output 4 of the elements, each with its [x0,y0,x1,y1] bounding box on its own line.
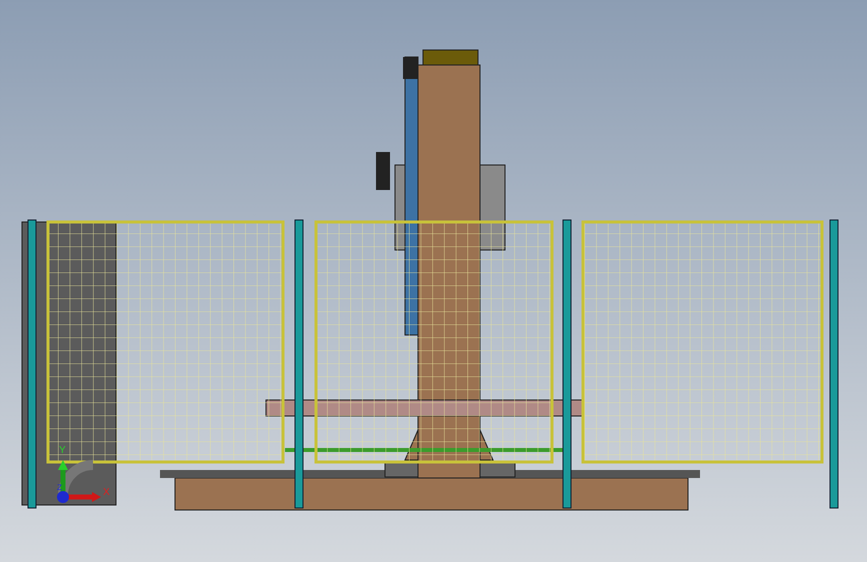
x-axis-label: X [103,487,110,498]
y-axis-label: Y [59,445,66,456]
axis-triad-drawing [57,460,101,503]
z-axis-label: Z [57,483,62,492]
